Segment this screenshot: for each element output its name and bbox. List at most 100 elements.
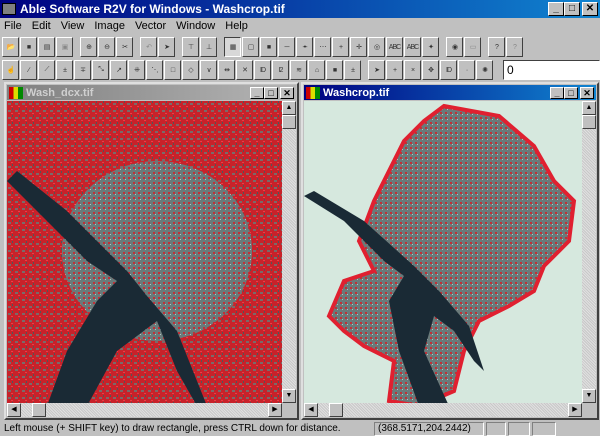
rectangle-button[interactable]: □ <box>164 60 181 80</box>
vertical-scrollbar[interactable]: ▲ ▼ <box>582 101 596 403</box>
menu-vector[interactable]: Vector <box>135 20 166 32</box>
node-line-icon: -•- <box>302 43 307 51</box>
vertical-scrollbar[interactable]: ▲ ▼ <box>282 101 296 403</box>
line-button[interactable]: ─ <box>278 37 295 57</box>
move-point-button[interactable]: ✥ <box>422 60 439 80</box>
scroll-right-button[interactable]: ▶ <box>268 403 282 417</box>
menu-edit[interactable]: Edit <box>32 20 51 32</box>
split-icon: ⁜ <box>134 67 140 74</box>
network-button[interactable]: ⋯ <box>314 37 331 57</box>
point-id-button[interactable]: ✛ <box>350 37 367 57</box>
scroll-thumb[interactable] <box>582 115 596 129</box>
menu-window[interactable]: Window <box>176 20 215 32</box>
menu-help[interactable]: Help <box>225 20 248 32</box>
child-maximize-button[interactable]: □ <box>264 87 278 99</box>
control-point-button[interactable]: ✦ <box>422 37 439 57</box>
child-close-button[interactable]: ✕ <box>580 87 594 99</box>
polygon-button[interactable]: ⌂ <box>308 60 325 80</box>
horizontal-scrollbar[interactable]: ◀ ▶ <box>7 403 282 417</box>
identify-pointer-button[interactable]: ◉ <box>446 37 463 57</box>
resize-grip[interactable] <box>282 403 296 417</box>
scroll-up-button[interactable]: ▲ <box>582 101 596 115</box>
child-maximize-button[interactable]: □ <box>564 87 578 99</box>
child-minimize-button[interactable]: _ <box>550 87 564 99</box>
help-button[interactable]: ? <box>488 37 505 57</box>
point-light-button[interactable]: ✺ <box>476 60 493 80</box>
point-button[interactable]: + <box>332 37 349 57</box>
polyline-button[interactable]: ⟋ <box>38 60 55 80</box>
open-folder-button[interactable]: 📂 <box>2 37 19 57</box>
scroll-up-button[interactable]: ▲ <box>282 101 296 115</box>
show-frame-button[interactable]: ▢ <box>242 37 259 57</box>
menu-view[interactable]: View <box>61 20 85 32</box>
add-point-button[interactable]: + <box>386 60 403 80</box>
open-project-button[interactable]: ▤ <box>38 37 55 57</box>
context-help-button[interactable]: ? <box>506 37 523 57</box>
window-washcrop[interactable]: Washcrop.tif _ □ ✕ ▲ ▼ ◀ ▶ <box>301 82 599 420</box>
point-select-button[interactable]: ➤ <box>368 60 385 80</box>
delete-line-button[interactable]: ✕ <box>236 60 253 80</box>
join-button[interactable]: ⋱ <box>146 60 163 80</box>
insert-node-button[interactable]: ± <box>56 60 73 80</box>
node-line-button[interactable]: -•- <box>296 37 313 57</box>
tile-vertical-button[interactable]: ⊥ <box>200 37 217 57</box>
show-area-button[interactable]: ■ <box>260 37 277 57</box>
split-button[interactable]: ⁜ <box>128 60 145 80</box>
image-view[interactable] <box>304 101 582 403</box>
rotate-button[interactable]: ◇ <box>182 60 199 80</box>
text-abc2-icon: ABC <box>406 43 419 51</box>
id-button[interactable]: ID <box>254 60 271 80</box>
draw-line-button[interactable]: ∕ <box>20 60 37 80</box>
scroll-left-button[interactable]: ◀ <box>7 403 21 417</box>
scroll-thumb[interactable] <box>282 115 296 129</box>
tile-horizontal-button[interactable]: ⊤ <box>182 37 199 57</box>
point-snap-button[interactable]: · <box>458 60 475 80</box>
value-input[interactable]: 0 <box>503 60 600 80</box>
move-node-button[interactable]: ⤡ <box>92 60 109 80</box>
label-button[interactable]: ± <box>344 60 361 80</box>
scroll-down-button[interactable]: ▼ <box>582 389 596 403</box>
window-wash-dcx[interactable]: Wash_dcx.tif _ □ ✕ ▲ ▼ ◀ ▶ <box>4 82 299 420</box>
zoom-in-button[interactable]: ⊕ <box>80 37 97 57</box>
resize-grip[interactable] <box>582 403 596 417</box>
scroll-down-button[interactable]: ▼ <box>282 389 296 403</box>
child-close-button[interactable]: ✕ <box>280 87 294 99</box>
add-point-icon: + <box>392 66 397 74</box>
scroll-thumb[interactable] <box>32 403 46 417</box>
show-raster-button[interactable]: ▦ <box>224 37 241 57</box>
pan-button[interactable]: ✂ <box>116 37 133 57</box>
hand-select-button[interactable]: ☝ <box>2 60 19 80</box>
scroll-left-button[interactable]: ◀ <box>304 403 318 417</box>
contour-button[interactable]: ≋ <box>290 60 307 80</box>
scroll-thumb[interactable] <box>329 403 343 417</box>
child-minimize-button[interactable]: _ <box>250 87 264 99</box>
circle-button[interactable]: ◎ <box>368 37 385 57</box>
maximize-button[interactable]: □ <box>564 2 580 16</box>
delete-node-button[interactable]: ∓ <box>74 60 91 80</box>
horizontal-scrollbar[interactable]: ◀ ▶ <box>304 403 582 417</box>
id-increment-button[interactable]: I2 <box>272 60 289 80</box>
circle-icon: ◎ <box>373 44 380 51</box>
main-toolbar: 📂 ■ ▤ ▣ ⊕ ⊖ ✂ ↶ ➤ ⊤ ⊥ ▦ ▢ ■ ─ -•- ⋯ + ✛ ◎ ABC ABC ✦ ◉ ▭?? <box>2 36 523 58</box>
break-line-button[interactable]: ⇹ <box>218 60 235 80</box>
extend-line-button[interactable]: ↗ <box>110 60 127 80</box>
minimize-button[interactable]: _ <box>548 2 564 16</box>
angle-button[interactable]: ∨ <box>200 60 217 80</box>
undo-button[interactable]: ↶ <box>140 37 157 57</box>
edit-pointer-button[interactable]: ▭ <box>464 37 481 57</box>
text-abc2-button[interactable]: ABC <box>404 37 421 57</box>
text-abc-button[interactable]: ABC <box>386 37 403 57</box>
delete-point-button[interactable]: × <box>404 60 421 80</box>
save-project-button[interactable]: ▣ <box>56 37 73 57</box>
fill-area-button[interactable]: ■ <box>326 60 343 80</box>
menu-image[interactable]: Image <box>94 20 125 32</box>
scroll-right-button[interactable]: ▶ <box>568 403 582 417</box>
menu-file[interactable]: File <box>4 20 22 32</box>
select-arrow-button[interactable]: ➤ <box>158 37 175 57</box>
image-view[interactable] <box>7 101 282 403</box>
zoom-out-button[interactable]: ⊖ <box>98 37 115 57</box>
tile-horizontal-icon: ⊤ <box>187 44 194 51</box>
close-button[interactable]: ✕ <box>582 2 598 16</box>
save-button[interactable]: ■ <box>20 37 37 57</box>
point-id-button[interactable]: ID <box>440 60 457 80</box>
